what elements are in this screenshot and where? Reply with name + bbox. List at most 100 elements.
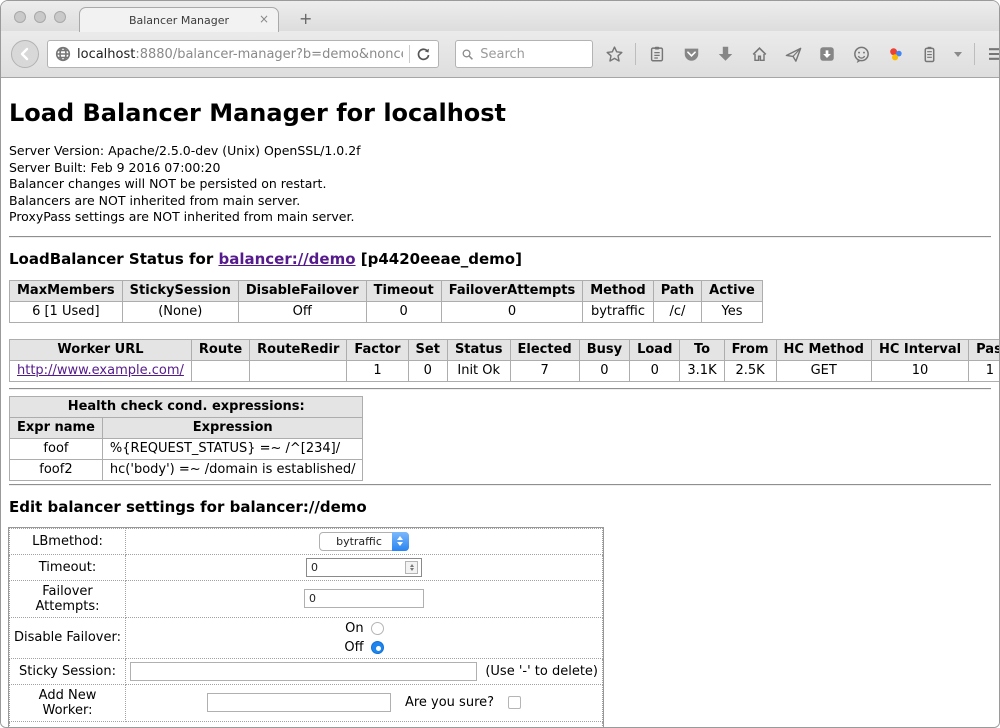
toolbar-divider	[635, 43, 636, 65]
add-worker-input[interactable]	[207, 693, 391, 712]
form-row-failover-attempts: Failover Attempts:	[10, 580, 603, 617]
cell-elected: 7	[510, 360, 579, 381]
hamburger-icon	[987, 47, 1000, 61]
radio-on-label: On	[345, 621, 363, 636]
cell-disablefailover: Off	[238, 301, 366, 322]
color-dots-icon	[886, 45, 905, 64]
col-expression: Expression	[102, 417, 363, 438]
url-bar[interactable]: localhost:8880/balancer-manager?b=demo&n…	[47, 40, 439, 68]
worker-url-link[interactable]: http://www.example.com/	[17, 363, 184, 378]
table-header-row: MaxMembers StickySession DisableFailover…	[10, 280, 763, 301]
navigation-toolbar: localhost:8880/balancer-manager?b=demo&n…	[1, 31, 999, 78]
cell-status: Init Ok	[447, 360, 510, 381]
col-to: To	[680, 339, 724, 360]
col-path: Path	[653, 280, 701, 301]
lbmethod-selected-value: bytraffic	[320, 535, 392, 548]
sticky-session-input[interactable]	[130, 662, 477, 681]
video-download-button[interactable]	[814, 41, 840, 67]
cell-from: 2.5K	[724, 360, 776, 381]
battery-extension-button[interactable]	[916, 41, 942, 67]
col-disablefailover: DisableFailover	[238, 280, 366, 301]
close-window-button[interactable]	[14, 11, 26, 23]
chat-button[interactable]	[848, 41, 874, 67]
search-input[interactable]	[478, 46, 586, 63]
balancer-demo-link[interactable]: balancer://demo	[218, 250, 355, 268]
failover-attempts-input[interactable]	[304, 589, 424, 608]
reading-list-button[interactable]	[644, 41, 670, 67]
disable-failover-label: Disable Failover:	[10, 617, 126, 658]
form-row-lbmethod: LBmethod: bytraffic	[10, 528, 603, 554]
proxypass-warning-line: ProxyPass settings are NOT inherited fro…	[9, 209, 991, 226]
send-button[interactable]	[780, 41, 806, 67]
cell-hc-interval: 10	[871, 360, 968, 381]
paper-plane-icon	[784, 45, 803, 64]
bookmark-star-button[interactable]	[601, 41, 627, 67]
sticky-session-label: Sticky Session:	[10, 658, 126, 684]
balancer-status-table: MaxMembers StickySession DisableFailover…	[9, 280, 763, 323]
col-timeout: Timeout	[366, 280, 441, 301]
new-tab-button[interactable]: +	[291, 7, 320, 30]
cell-hc-method: GET	[776, 360, 871, 381]
cell-stickysession: (None)	[122, 301, 238, 322]
lbmethod-select[interactable]: bytraffic	[319, 532, 409, 551]
url-host: localhost	[77, 47, 135, 62]
divider-1	[9, 236, 991, 238]
cell-expression: %{REQUEST_STATUS} =~ /^[234]/	[102, 438, 363, 459]
cell-maxmembers: 6 [1 Used]	[10, 301, 123, 322]
extension-dots-button[interactable]	[882, 41, 908, 67]
url-text: localhost:8880/balancer-manager?b=demo&n…	[77, 47, 403, 62]
pocket-icon	[682, 45, 701, 63]
tab-close-icon[interactable]: ×	[259, 12, 269, 26]
reload-icon[interactable]	[416, 47, 431, 62]
menu-button[interactable]	[983, 41, 1000, 67]
sticky-session-note: (Use '-' to delete)	[485, 664, 598, 679]
back-button[interactable]	[11, 40, 39, 68]
table-row: 6 [1 Used] (None) Off 0 0 bytraffic /c/ …	[10, 301, 763, 322]
col-load: Load	[630, 339, 680, 360]
disable-failover-on-radio[interactable]	[371, 622, 384, 635]
urlbar-divider	[409, 45, 410, 63]
title-bar: Balancer Manager × +	[1, 1, 999, 31]
page-title: Load Balancer Manager for localhost	[9, 99, 991, 127]
cell-timeout: 0	[366, 301, 441, 322]
cell-expr-name: foof2	[10, 459, 103, 480]
col-worker-url: Worker URL	[10, 339, 192, 360]
browser-window: Balancer Manager × + localhost:8880/bala…	[0, 0, 1000, 728]
health-title-row: Health check cond. expressions:	[10, 396, 363, 417]
number-spinner-icon[interactable]	[405, 561, 418, 574]
health-check-table: Health check cond. expressions: Expr nam…	[9, 396, 363, 481]
inherit-warning-line: Balancers are NOT inherited from main se…	[9, 193, 991, 210]
pocket-button[interactable]	[678, 41, 704, 67]
select-stepper-icon	[392, 532, 409, 551]
home-icon	[750, 45, 769, 63]
overflow-caret-button[interactable]	[950, 41, 966, 67]
search-bar[interactable]	[455, 40, 593, 68]
table-header-row: Worker URL Route RouteRedir Factor Set S…	[10, 339, 1000, 360]
confirm-checkbox[interactable]	[508, 696, 521, 709]
cell-passes: 1 (0)	[969, 360, 999, 381]
col-hc-interval: HC Interval	[871, 339, 968, 360]
health-row: foof %{REQUEST_STATUS} =~ /^[234]/	[10, 438, 363, 459]
zoom-window-button[interactable]	[54, 11, 66, 23]
form-row-sticky-session: Sticky Session: (Use '-' to delete)	[10, 658, 603, 684]
col-status: Status	[447, 339, 510, 360]
downloads-button[interactable]	[712, 41, 738, 67]
persist-warning-line: Balancer changes will NOT be persisted o…	[9, 176, 991, 193]
search-icon	[462, 48, 473, 61]
home-button[interactable]	[746, 41, 772, 67]
lbmethod-label: LBmethod:	[10, 528, 126, 554]
cell-busy: 0	[579, 360, 629, 381]
tab-balancer-manager[interactable]: Balancer Manager ×	[79, 7, 279, 32]
cell-factor: 1	[347, 360, 408, 381]
form-row-submit: Submit	[10, 721, 603, 728]
worker-row: http://www.example.com/ 1 0 Init Ok 7 0 …	[10, 360, 1000, 381]
battery-icon	[922, 45, 937, 64]
confirm-label: Are you sure?	[405, 695, 494, 710]
col-set: Set	[408, 339, 447, 360]
cell-routeredir	[250, 360, 347, 381]
disable-failover-off-radio[interactable]	[371, 641, 384, 654]
server-version-line: Server Version: Apache/2.5.0-dev (Unix) …	[9, 143, 991, 160]
timeout-label: Timeout:	[10, 554, 126, 580]
form-row-timeout: Timeout:	[10, 554, 603, 580]
minimize-window-button[interactable]	[34, 11, 46, 23]
